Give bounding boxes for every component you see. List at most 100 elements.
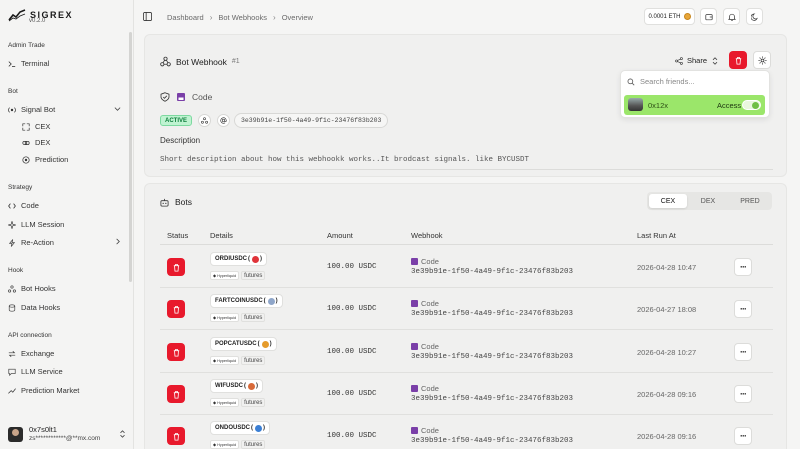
- exchange-tag: ◆ Hyperliquid: [210, 313, 240, 322]
- symbol-badge: FARTCOINUSDC(): [210, 294, 283, 308]
- sidebar-item-label: CEX: [35, 122, 51, 131]
- last-run-at: 2026-04-28 09:16: [637, 390, 697, 399]
- sidebar-item-signal-bot[interactable]: Signal Bot: [8, 105, 55, 114]
- access-label: Access: [717, 101, 742, 110]
- notifications-button[interactable]: [723, 8, 740, 25]
- sidebar-item-data-hooks[interactable]: Data Hooks: [8, 303, 60, 312]
- webhook-code-link[interactable]: Code: [411, 299, 439, 308]
- share-button[interactable]: Share: [675, 56, 719, 65]
- sidebar-item-re-action[interactable]: Re-Action: [8, 238, 54, 247]
- more-actions-button[interactable]: ···: [734, 427, 752, 445]
- bot-tags: ◆ Hyperliquid futures: [210, 398, 266, 407]
- sidebar-item-exchange[interactable]: Exchange: [8, 349, 54, 358]
- webhook-code-link[interactable]: Code: [411, 384, 439, 393]
- settings-button[interactable]: [753, 51, 771, 69]
- friend-row[interactable]: 0x12x Access: [624, 95, 765, 115]
- sidebar-item-terminal[interactable]: Terminal: [8, 59, 49, 68]
- table-row[interactable]: POPCATUSDC() ◆ Hyperliquid futures 100.00 US…: [160, 331, 773, 373]
- delete-bot-button[interactable]: [167, 343, 185, 361]
- sidebar-item-label: Re-Action: [21, 238, 54, 247]
- sidebar-item-dex[interactable]: DEX: [22, 138, 50, 147]
- sidebar-group-strategy: Strategy: [8, 184, 33, 191]
- chevron-down-icon[interactable]: [114, 105, 121, 112]
- tab-pred[interactable]: PRED: [730, 194, 770, 208]
- chevron-right-icon[interactable]: [114, 238, 121, 245]
- database-icon: [8, 303, 16, 311]
- bots-title-label: Bots: [175, 197, 193, 207]
- balance-button[interactable]: 0.0001 ETH: [644, 8, 695, 25]
- wallet-button[interactable]: [700, 8, 717, 25]
- search-input[interactable]: Search friends...: [640, 77, 695, 86]
- tab-cex[interactable]: CEX: [649, 194, 687, 208]
- access-toggle[interactable]: [742, 100, 761, 110]
- friend-search[interactable]: Search friends...: [627, 77, 695, 86]
- webhook-code-link[interactable]: Code: [411, 426, 439, 435]
- bot-amount: 100.00 USDC: [327, 263, 377, 271]
- tab-dex[interactable]: DEX: [689, 194, 727, 208]
- sidebar-item-cex[interactable]: CEX: [22, 122, 50, 131]
- paren-close: ): [256, 383, 258, 389]
- user-name: 0x7s0lt1: [29, 425, 57, 434]
- sidebar-scrollbar[interactable]: [129, 32, 132, 282]
- more-horizontal-icon: ···: [740, 389, 747, 399]
- sidebar-group-admin-trade: Admin Trade: [8, 42, 45, 49]
- webhook-icon: [201, 117, 208, 124]
- webhook-link-button[interactable]: [198, 114, 211, 127]
- at-sign-button[interactable]: [217, 114, 230, 127]
- sidebar-item-llm-session[interactable]: LLM Session: [8, 220, 64, 229]
- description-field[interactable]: Short description about how this webhook…: [160, 151, 773, 170]
- code-link[interactable]: Code: [160, 92, 212, 102]
- column-header-details: Details: [210, 231, 233, 240]
- webhook-code-link[interactable]: Code: [411, 257, 439, 266]
- table-row[interactable]: ONDOUSDC() ◆ Hyperliquid futures 100.00 USDC…: [160, 415, 773, 449]
- more-horizontal-icon: ···: [740, 262, 747, 272]
- exchange-tag: ◆ Hyperliquid: [210, 440, 240, 449]
- delete-bot-button[interactable]: [167, 300, 185, 318]
- table-row[interactable]: WIFUSDC() ◆ Hyperliquid futures 100.00 USDC C…: [160, 373, 773, 415]
- more-actions-button[interactable]: ···: [734, 343, 752, 361]
- sidebar-item-label: LLM Session: [21, 220, 65, 229]
- paren-open: (: [257, 341, 260, 347]
- trash-icon: [735, 56, 741, 65]
- webhook-code-label: Code: [421, 426, 439, 435]
- more-actions-button[interactable]: ···: [734, 385, 752, 403]
- more-actions-button[interactable]: ···: [734, 258, 752, 276]
- webhook-id: 3e39b91e-1f50-4a49-9f1c-23476f83b203: [411, 395, 574, 403]
- sidebar-item-bot-hooks[interactable]: Bot Hooks: [8, 284, 56, 293]
- theme-toggle-button[interactable]: [746, 8, 763, 25]
- emoji-icon: [267, 297, 275, 305]
- sidebar-item-llm-service[interactable]: LLM Service: [8, 367, 63, 376]
- table-row[interactable]: FARTCOINUSDC() ◆ Hyperliquid futures 100.00 …: [160, 288, 773, 330]
- delete-webhook-button[interactable]: [729, 51, 747, 69]
- breadcrumb-dashboard[interactable]: Dashboard: [167, 13, 204, 22]
- exchange-tag-label: Hyperliquid: [217, 315, 237, 320]
- code-file-icon: [411, 343, 418, 350]
- bot-tags: ◆ Hyperliquid futures: [210, 271, 266, 280]
- symbol-badge: POPCATUSDC(): [210, 337, 277, 351]
- sidebar-item-prediction-market[interactable]: Prediction Market: [8, 386, 79, 395]
- more-horizontal-icon: ···: [740, 431, 747, 441]
- webhook-id: 3e39b91e-1f50-4a49-9f1c-23476f83b203: [411, 353, 574, 361]
- delete-bot-button[interactable]: [167, 427, 185, 445]
- paren-open: (: [244, 383, 246, 389]
- chevron-right-icon: ›: [209, 13, 213, 22]
- sidebar-item-code[interactable]: Code: [8, 201, 39, 210]
- breadcrumb-bot-webhooks[interactable]: Bot Webhooks: [218, 13, 267, 22]
- more-horizontal-icon: ···: [740, 347, 747, 357]
- exchange-tag-label: Hyperliquid: [217, 273, 237, 278]
- bot-tags: ◆ Hyperliquid futures: [210, 440, 266, 449]
- sidebar-toggle-icon[interactable]: [143, 12, 152, 21]
- webhook-code-link[interactable]: Code: [411, 342, 439, 351]
- delete-bot-button[interactable]: [167, 258, 185, 276]
- delete-bot-button[interactable]: [167, 385, 185, 403]
- exchange-icon: [8, 350, 16, 357]
- table-row[interactable]: ORDIUSDC() ◆ Hyperliquid futures 100.00 USDC…: [160, 246, 773, 288]
- sidebar-item-prediction[interactable]: Prediction: [22, 155, 68, 164]
- more-actions-button[interactable]: ···: [734, 300, 752, 318]
- webhook-code-label: Code: [421, 299, 439, 308]
- brand-version: v0.2.0: [29, 18, 46, 24]
- sidebar-item-label: Data Hooks: [21, 303, 61, 312]
- moon-icon: [750, 13, 758, 21]
- user-menu[interactable]: 0x7s0lt1 zs************@**mx.com: [8, 424, 126, 444]
- webhook-id[interactable]: 3e39b91e-1f50-4a49-9f1c-23476f83b203: [234, 113, 389, 128]
